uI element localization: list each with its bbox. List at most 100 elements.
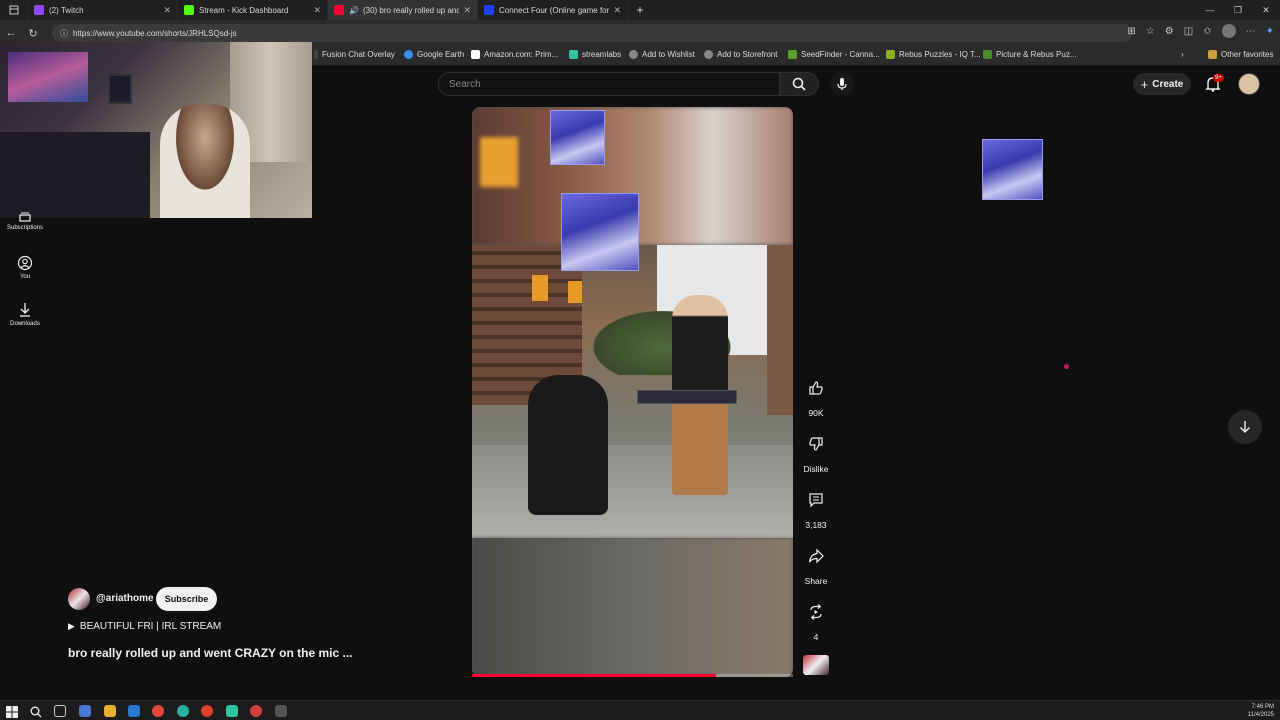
overlay-sticker	[550, 110, 605, 165]
account-avatar[interactable]	[1238, 73, 1260, 95]
app-icon[interactable]	[250, 705, 262, 717]
next-video-button[interactable]	[1228, 410, 1262, 444]
globe-icon	[704, 50, 713, 59]
screen: (2) Twitch ✕ Stream - Kick Dashboard ✕ 🔊…	[0, 0, 1280, 720]
tab-actions-menu[interactable]	[0, 0, 28, 20]
chrome-icon[interactable]	[152, 705, 164, 717]
streamlabs-taskbar-icon[interactable]	[226, 705, 238, 717]
browser-tab-connect-four[interactable]: Connect Four (Online game for 2 ✕	[478, 0, 628, 20]
subscribe-button[interactable]: Subscribe	[156, 587, 217, 611]
close-tab-icon[interactable]: ✕	[463, 5, 471, 16]
webcam-overlay	[0, 42, 312, 218]
streamer	[160, 104, 250, 218]
folder-icon	[1208, 50, 1217, 59]
bookmark-streamlabs[interactable]: streamlabs	[569, 50, 621, 59]
close-window-icon[interactable]: ✕	[1252, 0, 1280, 20]
youtube-icon	[334, 5, 344, 15]
bookmark-amazon[interactable]: Amazon.com: Prim...	[471, 50, 558, 59]
tab-title: Connect Four (Online game for 2	[499, 5, 610, 15]
building-right	[767, 245, 793, 415]
system-clock[interactable]: 7:46 PM 11/4/2025	[1248, 703, 1274, 719]
channel-handle[interactable]: @ariathome	[96, 593, 154, 604]
file-explorer-icon[interactable]	[104, 705, 116, 717]
comments-button[interactable]: 3,183	[800, 484, 832, 530]
close-tab-icon[interactable]: ✕	[313, 5, 321, 16]
bookmark-label: Google Earth	[417, 50, 465, 59]
sidebar-item-downloads[interactable]: Downloads	[0, 302, 50, 327]
share-label: Share	[804, 576, 828, 586]
mouse-cursor	[1064, 364, 1069, 369]
bookmarks-overflow-icon[interactable]: ›	[1181, 50, 1184, 59]
windows-start-icon[interactable]	[6, 705, 18, 718]
browser-tab-twitch[interactable]: (2) Twitch ✕	[28, 0, 178, 20]
url-field[interactable]: ⓘ https://www.youtube.com/shorts/JRHLSQs…	[52, 24, 1132, 42]
bookmark-google-earth[interactable]: Google Earth	[404, 50, 464, 59]
sound-thumbnail[interactable]	[803, 655, 829, 675]
close-tab-icon[interactable]: ✕	[163, 5, 171, 16]
favorites-icon[interactable]: ✩	[1203, 26, 1211, 37]
live-stream-label: BEAUTIFUL FRI | IRL STREAM	[79, 621, 222, 632]
dislike-button[interactable]: Dislike	[800, 428, 832, 474]
like-button[interactable]: 90K	[800, 372, 832, 418]
window-controls: — ❐ ✕	[1196, 0, 1280, 20]
share-button[interactable]: Share	[800, 540, 832, 586]
bookmark-rebus-iq[interactable]: Rebus Puzzles - IQ T...	[886, 50, 981, 59]
remix-icon	[810, 604, 822, 620]
bookmark-label: Add to Wishlist	[642, 50, 695, 59]
obs-icon[interactable]	[201, 705, 213, 717]
task-view-icon[interactable]	[54, 705, 66, 717]
speaker-icon[interactable]: 🔊	[349, 6, 359, 15]
like-count: 90K	[808, 408, 824, 418]
app-icon[interactable]	[275, 705, 287, 717]
outlook-icon[interactable]	[128, 705, 140, 717]
search-button[interactable]	[779, 72, 819, 96]
you-icon	[17, 255, 33, 271]
new-tab-button[interactable]: +	[628, 0, 652, 20]
browser-tab-kick[interactable]: Stream - Kick Dashboard ✕	[178, 0, 328, 20]
clock-date: 11/4/2025	[1247, 712, 1274, 718]
remix-button[interactable]: 4	[800, 596, 832, 642]
traffic-light	[532, 275, 548, 301]
restore-icon[interactable]: ❐	[1224, 0, 1252, 20]
copilot-taskbar-icon[interactable]	[79, 705, 91, 717]
close-tab-icon[interactable]: ✕	[613, 5, 621, 16]
favorite-star-icon[interactable]: ☆	[1146, 26, 1155, 37]
refresh-icon[interactable]: ↻	[22, 27, 44, 40]
edge-icon[interactable]	[177, 705, 189, 717]
bookmark-picture-rebus[interactable]: Picture & Rebus Puz...	[983, 50, 1076, 59]
minimize-icon[interactable]: —	[1196, 0, 1224, 20]
create-button[interactable]: + Create	[1133, 73, 1191, 95]
channel-avatar[interactable]	[68, 588, 90, 610]
video-title[interactable]: bro really rolled up and went CRAZY on t…	[68, 646, 352, 660]
search-input[interactable]: Search	[438, 72, 780, 96]
bookmark-seedfinder[interactable]: SeedFinder - Canna...	[788, 50, 880, 59]
create-label: Create	[1152, 78, 1184, 90]
bookmark-add-to-storefront[interactable]: Add to Storefront	[704, 50, 777, 59]
bookmark-fusion-chat[interactable]: Fusion Chat Overlay	[314, 50, 395, 59]
kick-icon	[184, 5, 194, 15]
apps-icon[interactable]: ⊞	[1127, 26, 1135, 37]
arrow-down-icon	[1240, 421, 1250, 433]
overlay-sticker	[561, 193, 639, 271]
more-menu-icon[interactable]: ⋯	[1246, 26, 1256, 37]
voice-search-button[interactable]	[830, 72, 854, 96]
info-icon[interactable]: ⓘ	[60, 28, 68, 39]
bookmark-add-to-wishlist[interactable]: Add to Wishlist	[629, 50, 695, 59]
sidebar-item-you[interactable]: You	[0, 255, 50, 280]
video-progress-fill	[472, 674, 716, 677]
google-earth-icon	[404, 50, 413, 59]
live-stream-link[interactable]: ▶ BEAUTIFUL FRI | IRL STREAM	[68, 621, 221, 632]
video-progress-bar[interactable]	[472, 674, 793, 677]
back-icon[interactable]: ←	[0, 27, 22, 39]
browser-profile-avatar[interactable]	[1221, 24, 1236, 38]
copilot-icon[interactable]: ✦	[1266, 26, 1274, 37]
browser-tab-youtube[interactable]: 🔊 (30) bro really rolled up and ✕	[328, 0, 478, 20]
taskbar-search-icon[interactable]	[30, 705, 42, 718]
split-screen-icon[interactable]: ◫	[1184, 26, 1193, 37]
sidebar-item-subscriptions[interactable]: Subscriptions	[0, 212, 50, 231]
other-favorites[interactable]: Other favorites	[1208, 50, 1273, 59]
extensions-icon[interactable]: ⚙	[1165, 26, 1174, 37]
connect-four-icon	[484, 5, 494, 15]
search-icon	[792, 77, 806, 91]
twitch-icon	[34, 5, 44, 15]
